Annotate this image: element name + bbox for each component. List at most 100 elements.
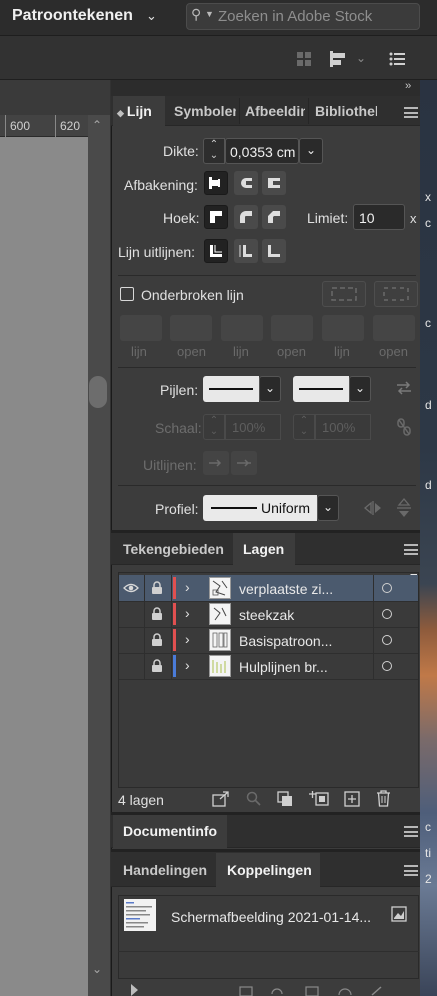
align-center-icon[interactable] — [204, 239, 228, 263]
search-placeholder[interactable]: Zoeken in Adobe Stock — [218, 8, 372, 25]
stepper-down-icon[interactable]: ⌄ — [204, 150, 224, 161]
layers-panel-menu-icon[interactable] — [404, 544, 418, 555]
align-stroke-label: Lijn uitlijnen: — [118, 244, 196, 260]
layer-name[interactable]: steekzak — [239, 607, 294, 623]
lock-icon[interactable] — [151, 659, 163, 673]
gap-input[interactable] — [170, 315, 212, 341]
align-icon[interactable] — [328, 50, 350, 68]
round-cap-icon[interactable] — [234, 171, 258, 195]
miter-join-icon[interactable] — [204, 205, 228, 229]
relink-library-icon[interactable] — [238, 985, 256, 996]
projecting-cap-icon[interactable] — [262, 171, 286, 195]
scroll-down-icon[interactable]: ⌄ — [92, 962, 102, 976]
expand-chevron-icon[interactable]: › — [185, 579, 190, 595]
flip-across-icon[interactable] — [395, 497, 413, 519]
tab-bibliotheken[interactable]: Bibliotheken — [315, 103, 377, 119]
bevel-join-icon[interactable] — [262, 205, 286, 229]
new-layer-icon[interactable] — [344, 791, 360, 807]
artboard-canvas[interactable] — [0, 137, 88, 996]
profile-select[interactable]: Uniform — [203, 495, 317, 521]
trash-icon[interactable] — [376, 790, 391, 807]
butt-cap-icon[interactable] — [204, 171, 228, 195]
align-inside-icon[interactable] — [234, 239, 258, 263]
tab-koppelingen[interactable]: Koppelingen — [216, 853, 320, 888]
workspace-title[interactable]: Patroontekenen — [12, 7, 133, 25]
tab-tekengebieden[interactable]: Tekengebieden — [123, 541, 224, 557]
limit-input[interactable]: 10 — [353, 204, 405, 230]
align-chevron-down-icon[interactable]: ⌄ — [356, 51, 366, 65]
profile-chevron-icon[interactable]: ⌄ — [317, 495, 339, 521]
relink-icon[interactable] — [270, 986, 288, 996]
search-icon[interactable]: ⚲ — [191, 6, 201, 23]
expand-chevron-icon[interactable]: › — [185, 605, 190, 621]
update-link-icon[interactable] — [337, 986, 353, 996]
layer-target-icon[interactable] — [382, 635, 392, 645]
edit-original-icon[interactable] — [369, 985, 385, 996]
dash-align-corners-icon[interactable] — [374, 281, 418, 307]
search-layer-icon[interactable] — [246, 791, 262, 807]
tab-symbolen[interactable]: Symbolen — [174, 103, 236, 119]
end-arrow-chevron-icon[interactable]: ⌄ — [349, 376, 371, 402]
links-panel-menu-icon[interactable] — [404, 865, 418, 876]
vertical-scrollbar[interactable] — [88, 115, 110, 996]
layer-count: 4 lagen — [118, 792, 164, 808]
lock-icon[interactable] — [151, 633, 163, 647]
docinfo-panel-menu-icon[interactable] — [404, 826, 418, 837]
tab-lijn[interactable]: ◆ Lijn — [113, 96, 165, 127]
dash-input[interactable] — [120, 315, 162, 341]
dash-input[interactable] — [221, 315, 263, 341]
stroke-panel-menu-icon[interactable] — [404, 107, 418, 118]
weight-dropdown-chevron-icon[interactable]: ⌄ — [299, 138, 323, 164]
dash-input[interactable] — [322, 315, 364, 341]
expand-chevron-icon[interactable]: › — [185, 657, 190, 673]
tab-handelingen[interactable]: Handelingen — [123, 862, 207, 878]
expand-chevron-icon[interactable]: › — [185, 631, 190, 647]
layer-name[interactable]: Basispatroon... — [239, 633, 332, 649]
layer-name[interactable]: Hulplijnen br... — [239, 659, 328, 675]
layer-target-icon[interactable] — [382, 609, 392, 619]
start-scale-input[interactable]: 100% — [225, 414, 281, 440]
link-name[interactable]: Schermafbeelding 2021-01-14... — [171, 909, 371, 925]
extend-arrow-tip-icon[interactable] — [203, 451, 229, 475]
lock-icon[interactable] — [151, 607, 163, 621]
show-options-icon[interactable] — [131, 984, 138, 996]
link-scale-icon[interactable] — [395, 416, 413, 438]
tab-lagen[interactable]: Lagen — [233, 533, 295, 566]
end-arrowhead-select[interactable] — [293, 376, 349, 402]
weight-input[interactable]: 0,0353 cm — [225, 138, 299, 164]
place-arrow-tip-icon[interactable] — [231, 451, 257, 475]
list-menu-icon[interactable] — [389, 52, 405, 66]
workspace-chevron-down-icon[interactable]: ⌄ — [146, 8, 157, 24]
go-to-link-icon[interactable] — [304, 985, 322, 996]
weight-stepper[interactable]: ⌃ ⌄ — [203, 138, 225, 164]
tab-afbeeldingen[interactable]: Afbeeldingen — [245, 103, 305, 119]
layer-name[interactable]: verplaatste zi... — [239, 581, 333, 597]
collapse-panels-icon[interactable]: ›› — [405, 80, 411, 92]
layer-target-icon[interactable] — [382, 661, 392, 671]
lock-icon[interactable] — [151, 581, 163, 595]
dash-preserve-icon[interactable] — [322, 281, 366, 307]
end-scale-input[interactable]: 100% — [315, 414, 371, 440]
dashed-line-checkbox[interactable] — [120, 287, 134, 301]
align-outside-icon[interactable] — [262, 239, 286, 263]
new-sublayer-icon[interactable] — [308, 790, 330, 807]
scroll-up-icon[interactable]: ⌃ — [92, 118, 102, 132]
export-icon[interactable] — [212, 791, 230, 807]
swap-arrows-icon[interactable] — [395, 379, 413, 397]
end-scale-stepper[interactable]: ⌃ ⌄ — [293, 414, 315, 440]
start-arrow-chevron-icon[interactable]: ⌄ — [259, 376, 281, 402]
clipping-mask-icon[interactable] — [277, 791, 293, 807]
flip-along-icon[interactable] — [363, 499, 383, 517]
gap-input[interactable] — [271, 315, 313, 341]
gap-input[interactable] — [373, 315, 415, 341]
search-options-chevron-icon[interactable]: ▼ — [205, 9, 214, 19]
stepper-up-icon[interactable]: ⌃ — [204, 139, 224, 150]
eye-visibility-icon[interactable] — [123, 582, 139, 594]
arrange-grid-icon[interactable] — [297, 52, 311, 66]
tab-documentinfo[interactable]: Documentinfo — [113, 815, 227, 848]
start-scale-stepper[interactable]: ⌃ ⌄ — [203, 414, 225, 440]
scrollbar-thumb[interactable] — [89, 376, 107, 408]
layer-target-icon[interactable] — [382, 583, 392, 593]
start-arrowhead-select[interactable] — [203, 376, 259, 402]
round-join-icon[interactable] — [234, 205, 258, 229]
